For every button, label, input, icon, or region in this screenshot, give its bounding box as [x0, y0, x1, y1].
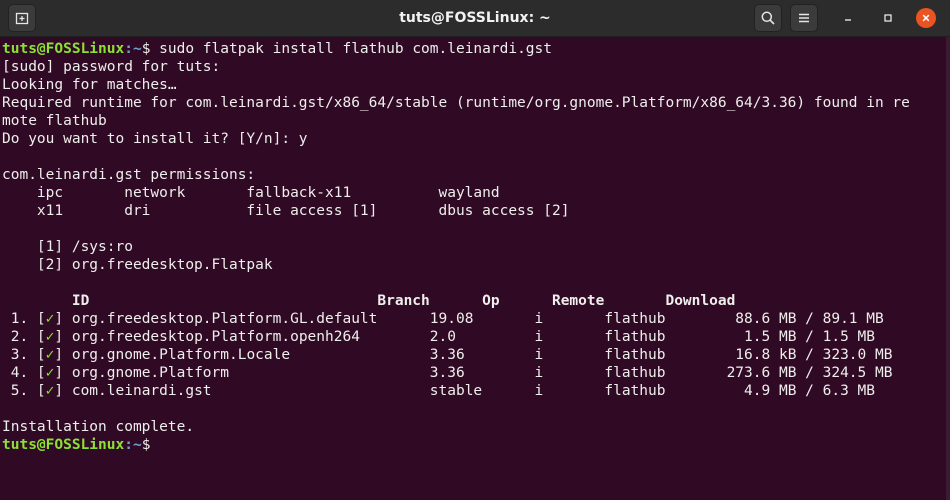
- table-row: 3. [✓] org.gnome.Platform.Locale 3.36 i …: [2, 346, 910, 364]
- table-row: 5. [✓] com.leinardi.gst stable i flathub…: [2, 382, 910, 400]
- row-number: 3. [: [2, 347, 46, 363]
- terminal-output[interactable]: tuts@FOSSLinux:~$ sudo flatpak install f…: [0, 37, 950, 500]
- scrollbar[interactable]: [946, 37, 950, 500]
- installation-complete: Installation complete.: [2, 419, 195, 435]
- table-row: 1. [✓] org.freedesktop.Platform.GL.defau…: [2, 310, 910, 328]
- sudo-prompt: [sudo] password for tuts:: [2, 59, 221, 75]
- prompt-user-host: tuts@FOSSLinux: [2, 437, 125, 453]
- final-prompt-line[interactable]: tuts@FOSSLinux:~$: [2, 436, 910, 454]
- row-number: 5. [: [2, 383, 46, 399]
- required-runtime-line: Required runtime for com.leinardi.gst/x8…: [2, 95, 910, 111]
- prompt-path: :~: [124, 41, 142, 57]
- row-details: ] org.gnome.Platform 3.36 i flathub 273.…: [54, 365, 893, 381]
- row-number: 4. [: [2, 365, 46, 381]
- row-number: 1. [: [2, 311, 46, 327]
- prompt-symbol: $: [141, 437, 151, 453]
- terminal-text: tuts@FOSSLinux:~$ sudo flatpak install f…: [2, 40, 910, 454]
- maximize-button[interactable]: [878, 8, 898, 28]
- permission-ref: [2] org.freedesktop.Flatpak: [2, 257, 273, 273]
- minimize-icon: [845, 19, 851, 21]
- permission-ref: [1] /sys:ro: [2, 239, 133, 255]
- search-button[interactable]: [754, 4, 782, 32]
- row-details: ] org.gnome.Platform.Locale 3.36 i flath…: [54, 347, 893, 363]
- command-line: tuts@FOSSLinux:~$ sudo flatpak install f…: [2, 40, 910, 58]
- table-row: 4. [✓] org.gnome.Platform 3.36 i flathub…: [2, 364, 910, 382]
- looking-line: Looking for matches…: [2, 77, 177, 93]
- command-text: sudo flatpak install flathub com.leinard…: [150, 41, 552, 57]
- prompt-path: :~: [124, 437, 142, 453]
- maximize-icon: [884, 14, 892, 22]
- menu-button[interactable]: [790, 4, 818, 32]
- install-question: Do you want to install it? [Y/n]: y: [2, 131, 308, 147]
- title-bar[interactable]: tuts@FOSSLinux: ~: [0, 0, 950, 37]
- new-tab-button[interactable]: [8, 4, 36, 32]
- table-header: ID Branch Op Remote Download: [2, 293, 736, 309]
- row-details: ] org.freedesktop.Platform.openh264 2.0 …: [54, 329, 875, 345]
- hamburger-menu-icon: [799, 13, 809, 23]
- permissions-title: com.leinardi.gst permissions:: [2, 167, 256, 183]
- prompt-user-host: tuts@FOSSLinux: [2, 41, 125, 57]
- terminal-window: tuts@FOSSLinux: ~ tuts@FOSSLinux:~$ sudo…: [0, 0, 950, 500]
- row-details: ] com.leinardi.gst stable i flathub 4.9 …: [54, 383, 875, 399]
- required-runtime-line-cont: mote flathub: [2, 113, 107, 129]
- minimize-button[interactable]: [838, 8, 858, 28]
- close-button[interactable]: [916, 8, 936, 28]
- row-details: ] org.freedesktop.Platform.GL.default 19…: [54, 311, 884, 327]
- search-icon: [761, 11, 775, 25]
- table-row: 2. [✓] org.freedesktop.Platform.openh264…: [2, 328, 910, 346]
- row-number: 2. [: [2, 329, 46, 345]
- new-tab-icon: [15, 12, 29, 25]
- close-icon: [922, 14, 930, 22]
- permissions-row: ipc network fallback-x11 wayland: [2, 185, 500, 201]
- permissions-row: x11 dri file access [1] dbus access [2]: [2, 203, 570, 219]
